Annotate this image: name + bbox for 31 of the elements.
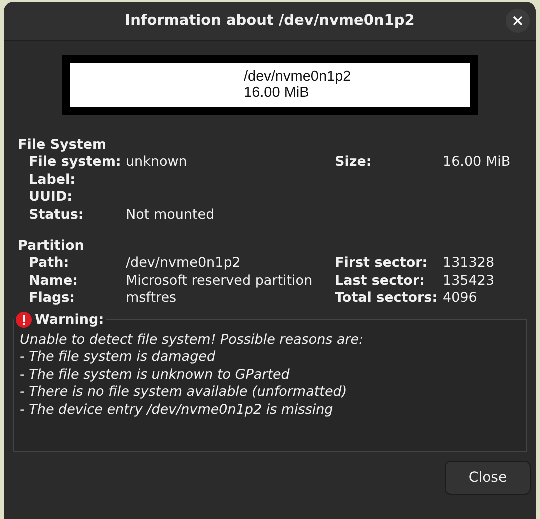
field-value: Not mounted bbox=[126, 206, 216, 224]
field-label: Path: bbox=[29, 255, 70, 272]
field-label: First sector: bbox=[335, 255, 429, 272]
section-title: Partition bbox=[18, 238, 86, 255]
field-label: Flags: bbox=[29, 290, 76, 308]
field-value: /dev/nvme0n1p2 bbox=[126, 255, 242, 272]
close-button[interactable]: Close bbox=[445, 460, 531, 494]
field-value: 16.00 MiB bbox=[443, 154, 512, 172]
field-value: 4096 bbox=[443, 290, 478, 308]
field-label: File system: bbox=[29, 154, 122, 172]
field-label: Last sector: bbox=[335, 272, 426, 290]
field-value: unknown bbox=[126, 154, 188, 172]
field-label: UUID: bbox=[29, 189, 74, 206]
field-value: 131328 bbox=[443, 255, 496, 272]
warning-title: Warning: bbox=[35, 312, 104, 328]
partition-size: 16.00 MiB bbox=[244, 85, 310, 101]
window-title: Information about /dev/nvme0n1p2 bbox=[125, 13, 415, 29]
field-label: Total sectors: bbox=[335, 290, 439, 308]
partition-path: /dev/nvme0n1p2 bbox=[244, 69, 352, 85]
warning-icon bbox=[16, 312, 32, 328]
close-button[interactable] bbox=[506, 9, 530, 33]
close-icon bbox=[513, 16, 523, 26]
field-value: msftres bbox=[126, 290, 178, 308]
field-label: Label: bbox=[29, 172, 77, 189]
field-label: Name: bbox=[29, 272, 80, 290]
field-label: Size: bbox=[335, 154, 373, 172]
field-label: Status: bbox=[29, 206, 85, 224]
warning-message: Unable to detect file system! Possible reasons are: - The file system is damaged - The file system is unknown to GParted - There is no file system available (unformatted) - The device entry /dev/nvme0n1p2 is missing bbox=[20, 332, 365, 419]
field-value: Microsoft reserved partition bbox=[126, 272, 314, 290]
field-value: 135423 bbox=[443, 272, 496, 290]
section-title: File System bbox=[18, 137, 108, 154]
